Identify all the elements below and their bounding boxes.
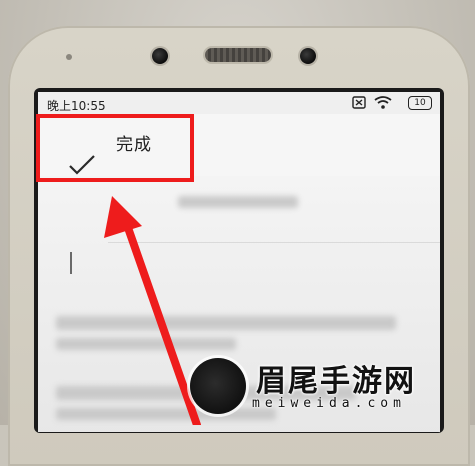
- watermark: 眉尾手游网 meiweida.com: [190, 352, 475, 425]
- feather-logo: [190, 358, 246, 414]
- watermark-title: 眉尾手游网: [256, 364, 416, 399]
- watermark-url: meiweida.com: [252, 396, 406, 411]
